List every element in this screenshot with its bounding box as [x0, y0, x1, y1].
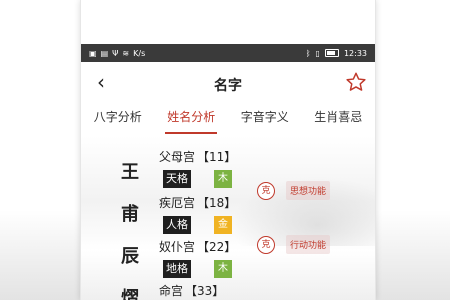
tab-bar: 八字分析 姓名分析 字音字义 生肖喜忌 — [81, 104, 375, 134]
net-speed: K/s — [133, 48, 146, 58]
name-char: 甫 — [121, 204, 139, 225]
element-badge-wood: 木 — [214, 170, 232, 188]
tab-pronunciation[interactable]: 字音字义 — [239, 104, 291, 132]
palace-number: 【11】 — [197, 150, 237, 164]
usb-icon: Ψ — [112, 48, 119, 58]
element-badge-wood: 木 — [214, 260, 232, 278]
status-left: ▣ ▤ Ψ ≋ K/s — [89, 49, 145, 58]
vibrate-icon: ▯ — [315, 48, 320, 58]
phone-screen: ▣ ▤ Ψ ≋ K/s ᛒ ▯ 12:33 ‹ 名字 八字分析 姓名分析 字音字… — [80, 0, 376, 300]
relation-badge: 克 — [257, 182, 275, 200]
function-tag[interactable]: 思想功能 — [286, 181, 331, 200]
notification-icon: ▣ — [89, 48, 97, 58]
palace-number: 【18】 — [197, 196, 237, 210]
element-badge-metal: 金 — [214, 216, 232, 234]
palace-row: 父母宫 【11】 — [159, 148, 236, 165]
tab-name-analysis[interactable]: 姓名分析 — [165, 104, 218, 134]
relation-badge: 克 — [257, 236, 275, 254]
wifi-icon: ≋ — [122, 48, 130, 58]
name-char: 王 — [121, 162, 139, 183]
status-right: ᛒ ▯ 12:33 — [306, 49, 367, 58]
tab-zodiac[interactable]: 生肖喜忌 — [312, 104, 364, 132]
status-bar: ▣ ▤ Ψ ≋ K/s ᛒ ▯ 12:33 — [81, 44, 375, 62]
bluetooth-icon: ᛒ — [305, 48, 311, 58]
grid-label-badge: 地格 — [163, 260, 191, 278]
function-tag[interactable]: 行动功能 — [286, 235, 331, 254]
name-char: 熠 — [121, 288, 139, 300]
palace-name: 父母宫 — [159, 150, 196, 164]
photo-icon: ▤ — [100, 48, 109, 58]
battery-icon — [324, 49, 339, 57]
palace-row: 疾厄宫 【18】 — [159, 194, 236, 211]
star-icon[interactable] — [345, 71, 367, 93]
palace-name: 奴仆宫 — [159, 240, 196, 254]
palace-name: 疾厄宫 — [159, 196, 196, 210]
palace-number: 【22】 — [197, 240, 237, 254]
analysis-panel: 王 甫 辰 熠 父母宫 【11】 疾厄宫 【18】 奴仆宫 【22】 命宫 【33】 天… — [81, 136, 375, 300]
tab-bazi[interactable]: 八字分析 — [92, 104, 144, 132]
page-title: 名字 — [214, 78, 242, 94]
name-char: 辰 — [121, 246, 139, 267]
palace-row: 奴仆宫 【22】 — [159, 238, 236, 255]
palace-name: 命宫 — [159, 284, 184, 298]
nav-bar: ‹ 名字 — [81, 66, 375, 100]
grid-label-badge: 人格 — [163, 216, 191, 234]
palace-number: 【33】 — [185, 284, 225, 298]
grid-label-badge: 天格 — [163, 170, 191, 188]
status-time: 12:33 — [343, 48, 367, 58]
palace-row: 命宫 【33】 — [159, 282, 224, 299]
